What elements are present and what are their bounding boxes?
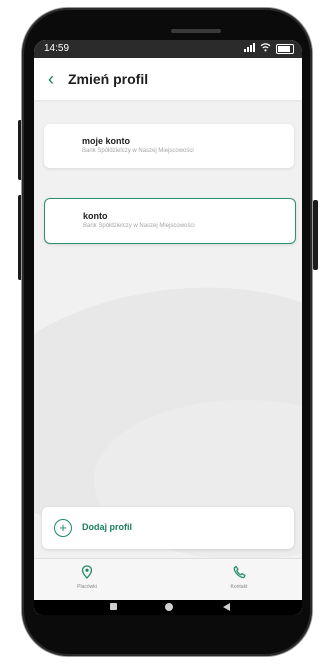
nav-item-branches[interactable]: Placówki	[62, 565, 112, 590]
app-header: ‹ Zmień profil	[34, 58, 302, 100]
home-icon[interactable]	[165, 603, 173, 611]
signal-icon	[244, 43, 255, 55]
back-icon[interactable]	[223, 603, 230, 611]
nav-label: Kontakt	[230, 584, 248, 590]
bottom-navigation: Placówki Kontakt	[34, 558, 302, 601]
nav-label: Placówki	[77, 584, 97, 590]
battery-icon	[276, 44, 294, 54]
phone-icon	[214, 565, 264, 581]
system-navigation-bar	[34, 600, 302, 615]
profile-bank: Bank Spółdzielczy w Naszej Miejscowości	[83, 223, 195, 229]
profile-card[interactable]: moje konto Bank Spółdzielczy w Naszej Mi…	[44, 124, 294, 168]
status-time: 14:59	[44, 43, 70, 54]
phone-screen: 14:59 ‹ Zmień profil moje konto Bank Spó…	[34, 40, 302, 615]
profile-name: konto	[83, 211, 108, 221]
profile-card-selected[interactable]: konto Bank Spółdzielczy w Naszej Miejsco…	[44, 198, 296, 244]
status-bar: 14:59	[34, 40, 302, 58]
page-title: Zmień profil	[68, 71, 149, 87]
back-arrow-icon[interactable]: ‹	[34, 69, 68, 90]
location-pin-icon	[62, 565, 112, 581]
wifi-icon	[260, 43, 271, 55]
power-button	[313, 200, 318, 270]
profile-name: moje konto	[82, 136, 131, 146]
add-profile-label: Dodaj profil	[82, 522, 132, 532]
add-profile-button[interactable]: + Dodaj profil	[42, 507, 294, 549]
recent-apps-icon[interactable]	[110, 603, 117, 610]
plus-circle-icon: +	[54, 519, 72, 537]
earpiece-speaker	[171, 29, 221, 33]
profile-bank: Bank Spółdzielczy w Naszej Miejscowości	[82, 148, 194, 154]
nav-item-contact[interactable]: Kontakt	[214, 565, 264, 590]
